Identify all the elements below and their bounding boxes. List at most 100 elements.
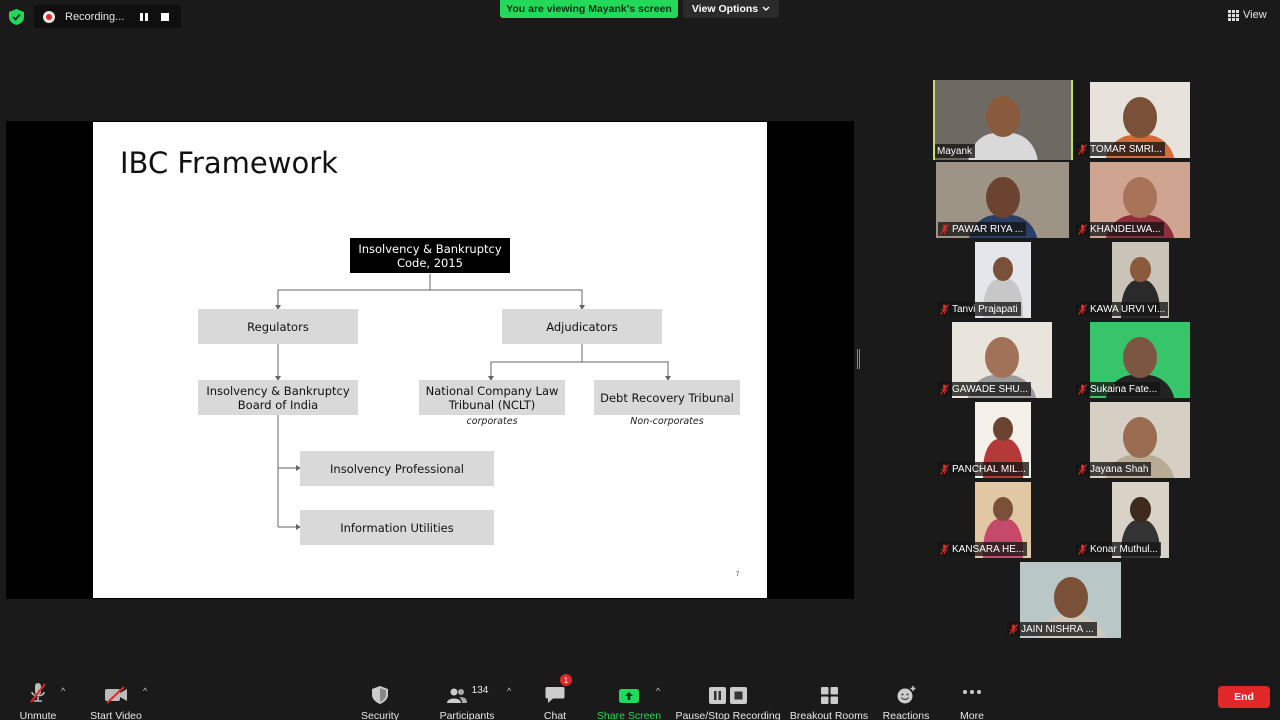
viewing-screen-banner: You are viewing Mayank's screen — [500, 0, 678, 18]
participant-tile[interactable]: KANSARA HE... — [936, 482, 1069, 558]
node-information-utilities: Information Utilities — [300, 510, 494, 545]
microphone-muted-icon — [940, 383, 949, 395]
microphone-muted-icon — [1078, 543, 1087, 555]
chevron-down-icon — [762, 6, 770, 11]
participant-tile[interactable]: GAWADE SHU... — [936, 322, 1069, 398]
participant-face — [1130, 497, 1151, 522]
participant-tile[interactable]: Konar Muthul... — [1074, 482, 1207, 558]
zoom-meeting-window: Recording... You are viewing Mayank's sc… — [0, 0, 1280, 720]
security-shield-icon[interactable] — [9, 9, 24, 25]
end-meeting-button[interactable]: End — [1218, 686, 1270, 708]
participants-options-caret[interactable]: ^ — [507, 686, 511, 696]
share-screen-label: Share Screen — [596, 710, 662, 720]
participant-face — [992, 257, 1014, 282]
participant-tile[interactable]: TOMAR SMRI... — [1074, 82, 1207, 158]
participant-nametag: TOMAR SMRI... — [1076, 142, 1166, 156]
microphone-muted-icon — [940, 543, 949, 555]
participant-face — [985, 177, 1020, 218]
share-screen-icon — [619, 689, 639, 703]
participant-name: GAWADE SHU... — [952, 383, 1028, 395]
participant-name: Konar Muthul... — [1090, 543, 1158, 555]
participant-nametag: JAIN NISHRA ... — [1007, 622, 1097, 636]
shared-screen[interactable]: IBC Framework Insolvency & Bankruptcy Co… — [6, 121, 854, 599]
security-label: Security — [361, 710, 399, 720]
recording-indicator: Recording... — [34, 5, 181, 28]
audio-options-caret[interactable]: ^ — [61, 686, 65, 696]
participant-tile[interactable]: PAWAR RIYA ... — [936, 162, 1069, 238]
recording-dot-icon — [43, 10, 55, 23]
reactions-button[interactable]: Reactions — [882, 668, 930, 720]
participant-tile[interactable]: Jayana Shah — [1074, 402, 1207, 478]
participant-face — [985, 337, 1019, 378]
participant-nametag: Jayana Shah — [1076, 462, 1152, 476]
participant-body — [968, 133, 1038, 160]
microphone-muted-icon — [1078, 143, 1087, 155]
participant-name: Jayana Shah — [1090, 463, 1149, 475]
microphone-muted-icon — [1078, 223, 1087, 235]
participant-tile[interactable]: JAIN NISHRA ... — [1005, 562, 1138, 638]
view-options-button[interactable]: View Options — [683, 0, 779, 18]
microphone-muted-icon — [940, 303, 949, 315]
node-nclt: National Company Law Tribunal (NCLT) — [419, 380, 565, 415]
chat-bubble-icon — [545, 687, 565, 703]
participant-tile[interactable]: Sukaina Fate... — [1074, 322, 1207, 398]
unmute-button[interactable]: Unmute — [18, 668, 58, 720]
node-ibc-code: Insolvency & Bankruptcy Code, 2015 — [350, 238, 510, 273]
ellipsis-icon — [963, 690, 981, 694]
recording-label: Recording... — [65, 10, 125, 23]
pause-icon — [709, 687, 726, 704]
presentation-slide: IBC Framework Insolvency & Bankruptcy Co… — [93, 122, 767, 598]
participant-face — [986, 96, 1020, 137]
participant-nametag: GAWADE SHU... — [938, 382, 1031, 396]
pause-stop-recording-button[interactable]: Pause/Stop Recording — [675, 668, 781, 720]
more-button[interactable]: More — [954, 668, 990, 720]
participant-name: KANSARA HE... — [952, 543, 1025, 555]
participant-tile[interactable]: PANCHAL MIL... — [936, 402, 1069, 478]
video-options-caret[interactable]: ^ — [143, 686, 147, 696]
share-screen-button[interactable]: Share Screen — [596, 668, 662, 720]
meeting-toolbar: Unmute ^ Start Video ^ Security 134 Part… — [0, 668, 1280, 720]
node-regulators: Regulators — [198, 309, 358, 344]
participant-face — [1123, 337, 1157, 378]
breakout-rooms-icon — [820, 687, 838, 704]
participant-name: PANCHAL MIL... — [952, 463, 1026, 475]
microphone-muted-icon — [1078, 383, 1087, 395]
participant-nametag: KHANDELWA... — [1076, 222, 1164, 236]
share-options-caret[interactable]: ^ — [656, 686, 660, 696]
participant-face — [1130, 257, 1151, 282]
stop-recording-icon[interactable] — [159, 11, 171, 23]
participant-tile[interactable]: Tanvi Prajapati — [936, 242, 1069, 318]
participants-button[interactable]: 134 Participants — [437, 668, 497, 720]
pause-stop-recording-label: Pause/Stop Recording — [675, 710, 781, 720]
chat-button[interactable]: 1 Chat — [538, 668, 572, 720]
node-insolvency-professional: Insolvency Professional — [300, 451, 494, 486]
participant-face — [1123, 177, 1157, 218]
unmute-label: Unmute — [19, 710, 57, 720]
breakout-rooms-button[interactable]: Breakout Rooms — [790, 668, 868, 720]
node-ibbi: Insolvency & Bankruptcy Board of India — [198, 380, 358, 415]
chat-label: Chat — [543, 710, 567, 720]
participant-tile[interactable]: KHANDELWA... — [1074, 162, 1207, 238]
view-label: View — [1243, 9, 1267, 21]
splitter-handle[interactable] — [857, 349, 860, 369]
participant-nametag: PANCHAL MIL... — [938, 462, 1029, 476]
participant-face — [1123, 97, 1157, 138]
participant-tile[interactable]: Mayank — [933, 80, 1073, 160]
participant-name: Tanvi Prajapati — [952, 303, 1018, 315]
slide-page-number: 7 — [736, 572, 740, 578]
start-video-button[interactable]: Start Video — [88, 668, 144, 720]
grid-view-icon — [1228, 9, 1239, 21]
security-button[interactable]: Security — [357, 668, 403, 720]
pause-recording-icon[interactable] — [138, 11, 150, 23]
microphone-muted-icon — [1078, 463, 1087, 475]
participant-nametag: Mayank — [935, 144, 976, 158]
participant-face — [1123, 417, 1157, 458]
participant-tile[interactable]: KAWA URVI VI... — [1074, 242, 1207, 318]
view-button[interactable]: View — [1228, 5, 1274, 25]
participants-label: Participants — [439, 710, 495, 720]
participant-face — [992, 497, 1014, 522]
node-adjudicators: Adjudicators — [502, 309, 662, 344]
participant-nametag: Sukaina Fate... — [1076, 382, 1161, 396]
participant-name: KAWA URVI VI... — [1090, 303, 1166, 315]
participant-name: JAIN NISHRA ... — [1021, 623, 1094, 635]
